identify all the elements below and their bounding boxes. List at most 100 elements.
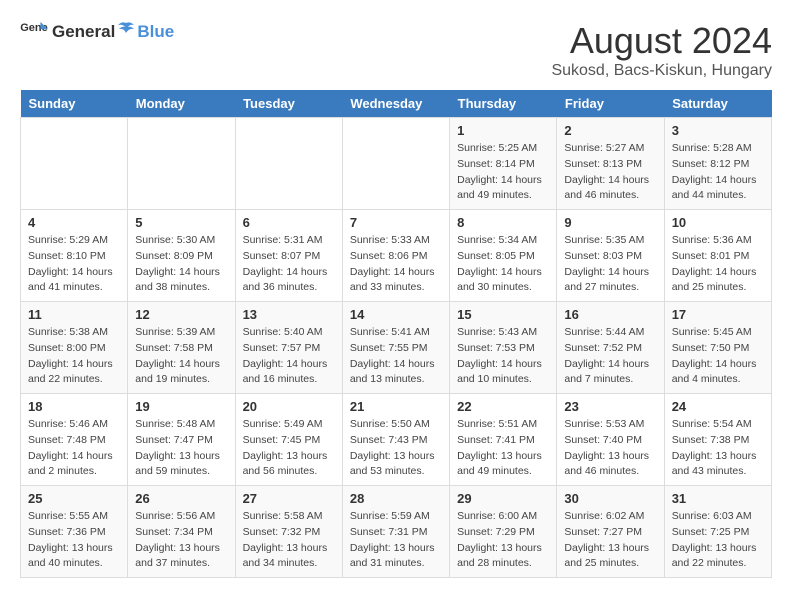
day-number: 7 — [350, 215, 442, 230]
day-info: Sunrise: 5:33 AM Sunset: 8:06 PM Dayligh… — [350, 233, 442, 296]
calendar-cell: 2 Sunrise: 5:27 AM Sunset: 8:13 PM Daylig… — [557, 118, 664, 210]
logo-general: General — [52, 22, 115, 42]
day-number: 19 — [135, 399, 227, 414]
calendar-cell — [235, 118, 342, 210]
day-info: Sunrise: 5:56 AM Sunset: 7:34 PM Dayligh… — [135, 509, 227, 572]
weekday-header-friday: Friday — [557, 90, 664, 118]
day-number: 22 — [457, 399, 549, 414]
day-info: Sunrise: 5:49 AM Sunset: 7:45 PM Dayligh… — [243, 417, 335, 480]
day-number: 20 — [243, 399, 335, 414]
logo-icon: General — [20, 20, 48, 42]
day-number: 23 — [564, 399, 656, 414]
day-number: 15 — [457, 307, 549, 322]
weekday-header-thursday: Thursday — [450, 90, 557, 118]
logo-blue: Blue — [137, 22, 174, 42]
calendar-cell: 18 Sunrise: 5:46 AM Sunset: 7:48 PM Dayli… — [21, 394, 128, 486]
calendar-cell — [342, 118, 449, 210]
day-number: 3 — [672, 123, 764, 138]
day-number: 11 — [28, 307, 120, 322]
calendar-cell: 30 Sunrise: 6:02 AM Sunset: 7:27 PM Dayli… — [557, 486, 664, 578]
day-info: Sunrise: 5:55 AM Sunset: 7:36 PM Dayligh… — [28, 509, 120, 572]
calendar-cell: 5Sunrise: 5:30 AM Sunset: 8:09 PM Daylig… — [128, 210, 235, 302]
header: General General Blue August 2024 Sukosd,… — [20, 20, 772, 80]
day-info: Sunrise: 5:59 AM Sunset: 7:31 PM Dayligh… — [350, 509, 442, 572]
calendar-cell: 6Sunrise: 5:31 AM Sunset: 8:07 PM Daylig… — [235, 210, 342, 302]
day-number: 16 — [564, 307, 656, 322]
calendar-cell: 24Sunrise: 5:54 AM Sunset: 7:38 PM Dayli… — [664, 394, 771, 486]
weekday-header-tuesday: Tuesday — [235, 90, 342, 118]
calendar-cell — [128, 118, 235, 210]
day-number: 17 — [672, 307, 764, 322]
week-row-2: 4Sunrise: 5:29 AM Sunset: 8:10 PM Daylig… — [21, 210, 772, 302]
main-title: August 2024 — [551, 20, 772, 62]
day-info: Sunrise: 5:34 AM Sunset: 8:05 PM Dayligh… — [457, 233, 549, 296]
day-number: 21 — [350, 399, 442, 414]
weekday-header-wednesday: Wednesday — [342, 90, 449, 118]
day-number: 14 — [350, 307, 442, 322]
day-info: Sunrise: 5:35 AM Sunset: 8:03 PM Dayligh… — [564, 233, 656, 296]
day-info: Sunrise: 5:38 AM Sunset: 8:00 PM Dayligh… — [28, 325, 120, 388]
day-number: 30 — [564, 491, 656, 506]
day-number: 27 — [243, 491, 335, 506]
day-number: 29 — [457, 491, 549, 506]
day-info: Sunrise: 5:44 AM Sunset: 7:52 PM Dayligh… — [564, 325, 656, 388]
day-info: Sunrise: 5:43 AM Sunset: 7:53 PM Dayligh… — [457, 325, 549, 388]
weekday-header-row: SundayMondayTuesdayWednesdayThursdayFrid… — [21, 90, 772, 118]
calendar-cell: 15 Sunrise: 5:43 AM Sunset: 7:53 PM Dayli… — [450, 302, 557, 394]
calendar-cell: 7 Sunrise: 5:33 AM Sunset: 8:06 PM Daylig… — [342, 210, 449, 302]
day-number: 25 — [28, 491, 120, 506]
calendar-cell: 21 Sunrise: 5:50 AM Sunset: 7:43 PM Dayli… — [342, 394, 449, 486]
weekday-header-monday: Monday — [128, 90, 235, 118]
day-number: 13 — [243, 307, 335, 322]
calendar-cell: 13 Sunrise: 5:40 AM Sunset: 7:57 PM Dayli… — [235, 302, 342, 394]
day-info: Sunrise: 5:25 AM Sunset: 8:14 PM Dayligh… — [457, 141, 549, 204]
calendar-cell: 26Sunrise: 5:56 AM Sunset: 7:34 PM Dayli… — [128, 486, 235, 578]
calendar-cell: 28 Sunrise: 5:59 AM Sunset: 7:31 PM Dayli… — [342, 486, 449, 578]
day-number: 2 — [564, 123, 656, 138]
calendar-cell: 20 Sunrise: 5:49 AM Sunset: 7:45 PM Dayli… — [235, 394, 342, 486]
calendar-cell: 22Sunrise: 5:51 AM Sunset: 7:41 PM Dayli… — [450, 394, 557, 486]
day-number: 5 — [135, 215, 227, 230]
weekday-header-saturday: Saturday — [664, 90, 771, 118]
day-info: Sunrise: 5:27 AM Sunset: 8:13 PM Dayligh… — [564, 141, 656, 204]
calendar-cell — [21, 118, 128, 210]
calendar-cell: 17 Sunrise: 5:45 AM Sunset: 7:50 PM Dayli… — [664, 302, 771, 394]
weekday-header-sunday: Sunday — [21, 90, 128, 118]
week-row-5: 25 Sunrise: 5:55 AM Sunset: 7:36 PM Dayli… — [21, 486, 772, 578]
logo: General General Blue — [20, 20, 174, 42]
day-info: Sunrise: 6:03 AM Sunset: 7:25 PM Dayligh… — [672, 509, 764, 572]
calendar-cell: 10 Sunrise: 5:36 AM Sunset: 8:01 PM Dayli… — [664, 210, 771, 302]
day-info: Sunrise: 5:45 AM Sunset: 7:50 PM Dayligh… — [672, 325, 764, 388]
calendar-table: SundayMondayTuesdayWednesdayThursdayFrid… — [20, 90, 772, 578]
day-number: 6 — [243, 215, 335, 230]
day-info: Sunrise: 5:46 AM Sunset: 7:48 PM Dayligh… — [28, 417, 120, 480]
day-number: 8 — [457, 215, 549, 230]
calendar-cell: 31 Sunrise: 6:03 AM Sunset: 7:25 PM Dayli… — [664, 486, 771, 578]
day-number: 28 — [350, 491, 442, 506]
day-number: 31 — [672, 491, 764, 506]
calendar-cell: 19 Sunrise: 5:48 AM Sunset: 7:47 PM Dayli… — [128, 394, 235, 486]
calendar-cell: 14Sunrise: 5:41 AM Sunset: 7:55 PM Dayli… — [342, 302, 449, 394]
day-info: Sunrise: 6:00 AM Sunset: 7:29 PM Dayligh… — [457, 509, 549, 572]
calendar-cell: 12Sunrise: 5:39 AM Sunset: 7:58 PM Dayli… — [128, 302, 235, 394]
calendar-cell: 16 Sunrise: 5:44 AM Sunset: 7:52 PM Dayli… — [557, 302, 664, 394]
day-number: 10 — [672, 215, 764, 230]
day-info: Sunrise: 5:36 AM Sunset: 8:01 PM Dayligh… — [672, 233, 764, 296]
day-number: 9 — [564, 215, 656, 230]
week-row-4: 18 Sunrise: 5:46 AM Sunset: 7:48 PM Dayli… — [21, 394, 772, 486]
day-info: Sunrise: 5:50 AM Sunset: 7:43 PM Dayligh… — [350, 417, 442, 480]
day-info: Sunrise: 6:02 AM Sunset: 7:27 PM Dayligh… — [564, 509, 656, 572]
logo-bird-icon — [116, 21, 136, 37]
day-info: Sunrise: 5:29 AM Sunset: 8:10 PM Dayligh… — [28, 233, 120, 296]
calendar-cell: 8 Sunrise: 5:34 AM Sunset: 8:05 PM Daylig… — [450, 210, 557, 302]
day-info: Sunrise: 5:40 AM Sunset: 7:57 PM Dayligh… — [243, 325, 335, 388]
week-row-1: 1Sunrise: 5:25 AM Sunset: 8:14 PM Daylig… — [21, 118, 772, 210]
day-number: 24 — [672, 399, 764, 414]
subtitle: Sukosd, Bacs-Kiskun, Hungary — [551, 62, 772, 80]
day-info: Sunrise: 5:48 AM Sunset: 7:47 PM Dayligh… — [135, 417, 227, 480]
day-info: Sunrise: 5:58 AM Sunset: 7:32 PM Dayligh… — [243, 509, 335, 572]
day-number: 18 — [28, 399, 120, 414]
calendar-cell: 11 Sunrise: 5:38 AM Sunset: 8:00 PM Dayli… — [21, 302, 128, 394]
day-info: Sunrise: 5:39 AM Sunset: 7:58 PM Dayligh… — [135, 325, 227, 388]
calendar-cell: 29 Sunrise: 6:00 AM Sunset: 7:29 PM Dayli… — [450, 486, 557, 578]
